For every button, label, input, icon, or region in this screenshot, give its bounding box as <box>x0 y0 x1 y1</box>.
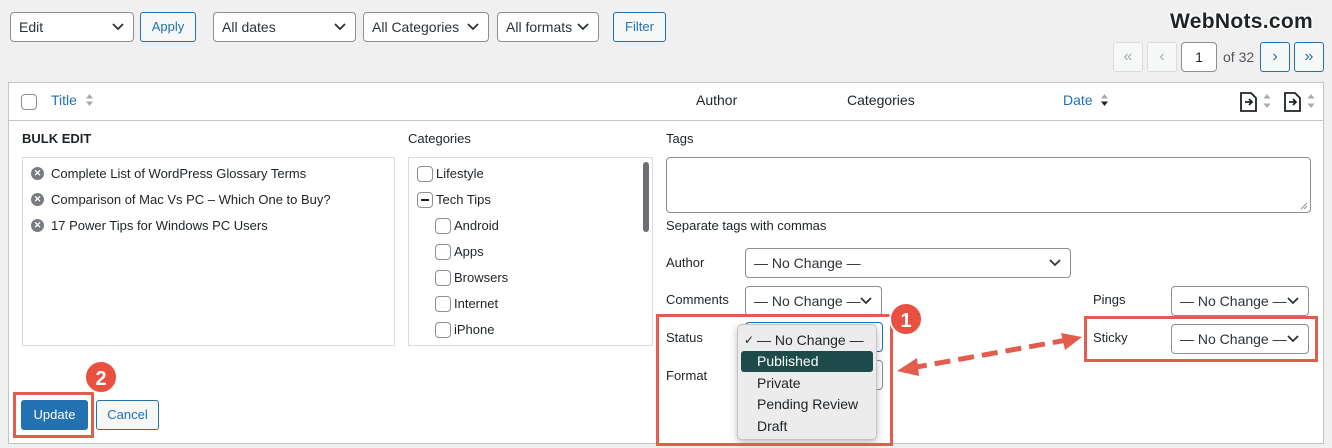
pings-select-value: — No Change — <box>1180 293 1287 309</box>
category-label: iPhone <box>454 322 495 337</box>
tags-textarea[interactable] <box>666 157 1311 213</box>
category-checkbox-iphone[interactable] <box>435 322 451 338</box>
column-date-sort[interactable]: Date <box>1063 92 1109 108</box>
comments-select[interactable]: — No Change — <box>745 286 882 316</box>
dates-filter-value: All dates <box>222 19 276 35</box>
category-label: Android <box>454 218 499 233</box>
bulk-action-value: Edit <box>19 19 44 35</box>
column-title-sort[interactable]: Title <box>51 92 94 108</box>
formats-filter-value: All formats <box>506 19 573 35</box>
sort-icon <box>85 94 93 106</box>
first-page-button[interactable]: « <box>1113 42 1143 72</box>
highlight-box-sticky <box>1084 316 1318 362</box>
scrollbar[interactable] <box>643 162 649 232</box>
author-select-value: — No Change — <box>754 255 861 271</box>
highlight-box-update <box>13 392 94 438</box>
resize-handle-icon[interactable] <box>1300 202 1308 210</box>
select-all-checkbox[interactable] <box>21 94 37 110</box>
chevron-down-icon <box>334 23 346 31</box>
filter-button[interactable]: Filter <box>613 12 666 42</box>
category-label: Lifestyle <box>436 166 484 181</box>
remove-post-icon[interactable]: ✕ <box>31 193 44 206</box>
post-item: 17 Power Tips for Windows PC Users <box>51 218 268 233</box>
tags-hint: Separate tags with commas <box>666 218 827 233</box>
apply-button[interactable]: Apply <box>140 12 196 42</box>
category-checkbox-internet[interactable] <box>435 296 451 312</box>
column-author: Author <box>696 92 738 108</box>
column-title-label: Title <box>51 92 77 108</box>
comments-select-value: — No Change — <box>754 293 861 309</box>
formats-filter-select[interactable]: All formats <box>497 12 599 42</box>
bulk-edit-heading: BULK EDIT <box>22 131 92 146</box>
chevron-down-icon <box>112 23 124 31</box>
category-checkbox-browsers[interactable] <box>435 270 451 286</box>
pings-select[interactable]: — No Change — <box>1171 286 1309 316</box>
tags-label: Tags <box>666 131 694 146</box>
double-arrow-icon <box>897 333 1082 376</box>
next-page-button[interactable]: › <box>1260 42 1290 72</box>
author-select[interactable]: — No Change — <box>745 248 1071 278</box>
category-label: Apps <box>454 244 484 259</box>
chevron-down-icon <box>860 297 872 305</box>
column-icon-1-sort[interactable] <box>1238 89 1274 113</box>
chevron-down-icon <box>467 23 479 31</box>
indeterminate-mark <box>421 199 429 201</box>
category-checkbox-apps[interactable] <box>435 244 451 260</box>
category-checkbox-lifestyle[interactable] <box>417 166 433 182</box>
remove-post-icon[interactable]: ✕ <box>31 167 44 180</box>
categories-filter-select[interactable]: All Categories <box>363 12 489 42</box>
category-label: Internet <box>454 296 499 311</box>
post-item: Comparison of Mac Vs PC – Which One to B… <box>51 192 331 207</box>
pings-label: Pings <box>1093 292 1126 307</box>
category-checkbox-tech-tips[interactable] <box>417 192 433 208</box>
categories-label: Categories <box>408 131 471 146</box>
chevron-down-icon <box>577 23 589 31</box>
cancel-button[interactable]: Cancel <box>96 400 159 430</box>
column-categories: Categories <box>847 92 915 108</box>
dates-filter-select[interactable]: All dates <box>213 12 356 42</box>
bulk-action-select[interactable]: Edit <box>10 12 134 42</box>
category-checkbox-android[interactable] <box>435 218 451 234</box>
annotation-badge-2: 2 <box>84 360 118 394</box>
author-label: Author <box>666 255 705 270</box>
category-label: Tech Tips <box>436 192 491 207</box>
sort-desc-icon <box>1101 94 1109 106</box>
brand-logo: WebNots.com <box>1170 10 1313 33</box>
remove-post-icon[interactable]: ✕ <box>31 219 44 232</box>
bulk-edit-post-list <box>22 157 395 346</box>
category-label: Browsers <box>454 270 509 285</box>
column-date-label: Date <box>1063 92 1093 108</box>
current-page-input[interactable]: 1 <box>1181 42 1217 72</box>
chevron-down-icon <box>1049 259 1061 267</box>
last-page-button[interactable]: » <box>1294 42 1324 72</box>
post-item: Complete List of WordPress Glossary Term… <box>51 166 307 181</box>
column-icon-2-sort[interactable] <box>1282 89 1318 113</box>
page-count: of 32 <box>1223 49 1255 65</box>
table-header-divider <box>9 120 1323 121</box>
chevron-down-icon <box>1287 297 1299 305</box>
highlight-box-status <box>656 314 893 446</box>
prev-page-button[interactable]: ‹ <box>1147 42 1177 72</box>
categories-filter-value: All Categories <box>372 19 460 35</box>
comments-label: Comments <box>666 292 729 307</box>
